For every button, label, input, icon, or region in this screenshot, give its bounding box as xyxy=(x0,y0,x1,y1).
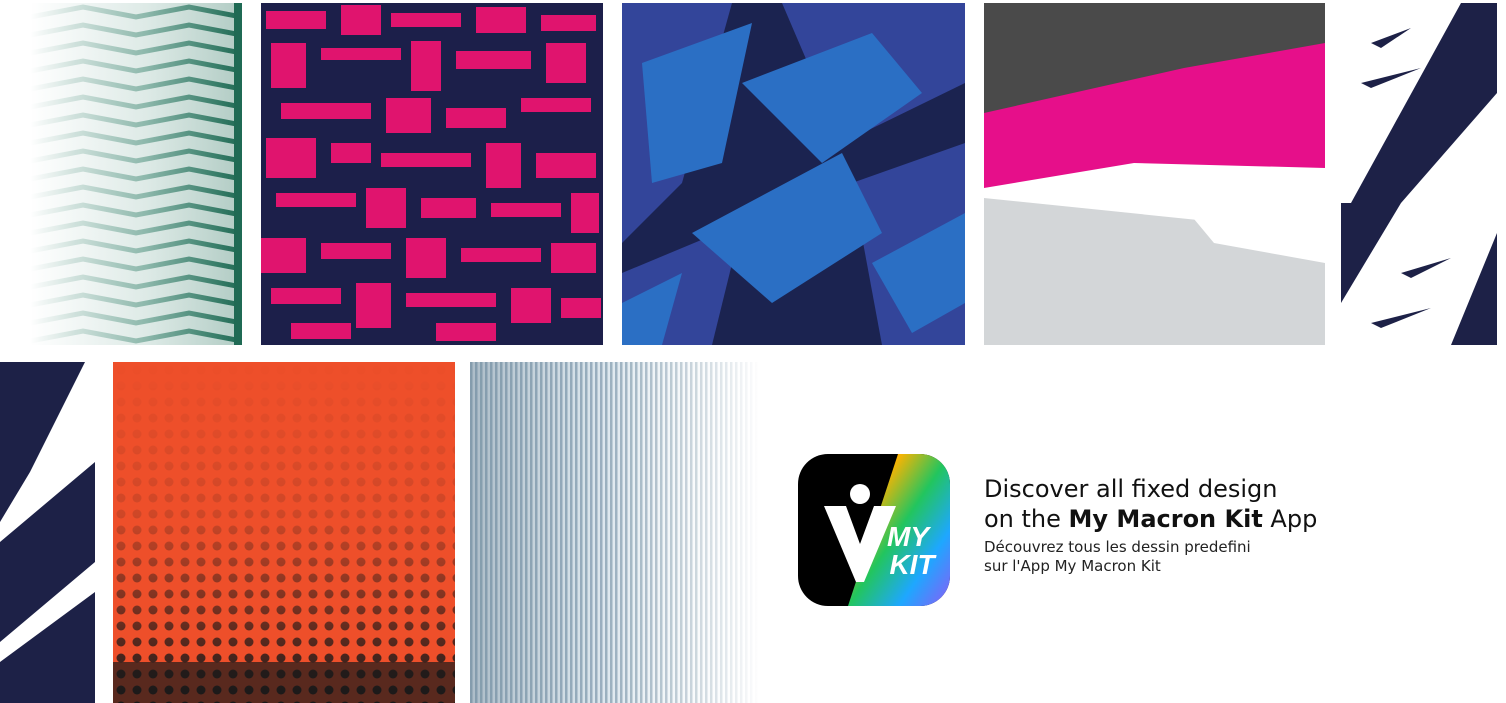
headline-prefix: on the xyxy=(984,505,1069,533)
swatch-navy-slash-right[interactable] xyxy=(1341,3,1497,345)
swatch-navy-slash-left[interactable] xyxy=(0,362,95,703)
swatch-pink-grey-brush[interactable] xyxy=(984,3,1325,345)
promo-subline: Découvrez tous les dessin predefini sur … xyxy=(984,538,1317,576)
app-icon-label-my: MY xyxy=(887,521,931,552)
subline-line-1: Découvrez tous les dessin predefini xyxy=(984,538,1251,556)
swatch-teal-chevron[interactable] xyxy=(30,3,242,345)
subline-line-2: sur l'App My Macron Kit xyxy=(984,557,1161,575)
orange-halftone-pattern xyxy=(113,362,455,703)
pink-grey-brush-pattern xyxy=(984,3,1325,345)
blue-brush-pattern xyxy=(622,3,965,345)
headline-line-1: Discover all fixed design xyxy=(984,475,1278,503)
swatch-blue-brush[interactable] xyxy=(622,3,965,345)
blue-lines-pattern xyxy=(470,362,760,703)
swatch-blue-lines[interactable] xyxy=(470,362,760,703)
app-icon-label-kit: KIT xyxy=(889,549,937,580)
promo-headline: Discover all fixed design on the My Macr… xyxy=(984,474,1317,534)
navy-slash-pattern xyxy=(1341,3,1497,345)
headline-suffix: App xyxy=(1262,505,1318,533)
navy-slash-left-pattern xyxy=(0,362,95,703)
teal-chevron-pattern xyxy=(30,3,242,345)
magenta-camo-pattern xyxy=(261,3,603,345)
headline-line-2: on the My Macron Kit App xyxy=(984,504,1317,534)
swatch-orange-halftone[interactable] xyxy=(113,362,455,703)
app-promo: MY KIT Discover all fixed design on the … xyxy=(798,454,1498,614)
swatch-magenta-camo[interactable] xyxy=(261,3,603,345)
headline-brand: My Macron Kit xyxy=(1068,505,1263,533)
my-macron-kit-app-icon[interactable]: MY KIT xyxy=(798,454,950,606)
promo-text: Discover all fixed design on the My Macr… xyxy=(984,474,1317,576)
